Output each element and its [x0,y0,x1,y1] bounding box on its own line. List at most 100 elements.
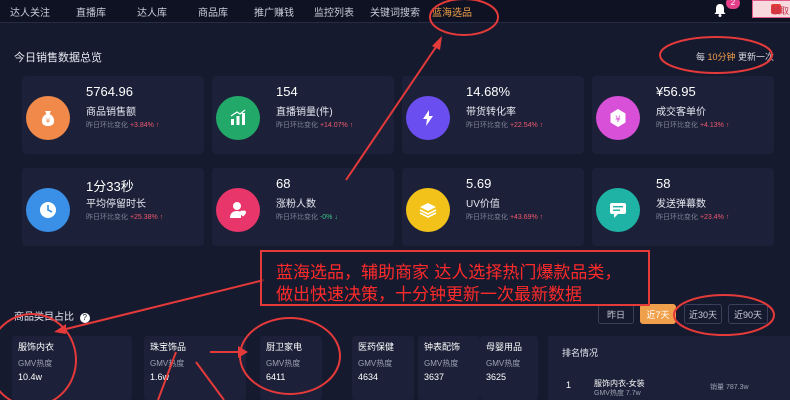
metric-compare: 昨日环比变化 +23.4% ↑ [656,212,729,222]
gmv-label: GMV热度 [266,359,301,368]
gmv-label: GMV热度 [486,359,521,368]
vip-button[interactable]: 领取 [752,0,790,18]
tab-7-days[interactable]: 近7天 [640,304,676,324]
metric-icon-bg [596,188,640,232]
gmv-value: 4634 [358,372,379,382]
freq-prefix: 每 [696,52,708,62]
ranking-title: 排名情况 [562,348,599,358]
category-name: 母婴用品 [486,342,523,352]
gmv-value: 3637 [424,372,445,382]
arrowhead [432,36,442,50]
freq-suffix: 更新一次 [735,52,775,62]
metric-compare: 昨日环比变化 -0% ↓ [276,212,338,222]
metric-compare: 昨日环比变化 +14.07% ↑ [276,120,353,130]
gmv-value: 3625 [486,372,507,382]
arrowhead [54,324,66,334]
change-value: +23.4% [699,214,724,221]
metric-label: 带货转化率 [466,107,516,118]
metric-compare: 昨日环比变化 +43.69% ↑ [466,212,543,222]
category-title-text: 商品类目占比 [14,312,74,323]
bar-chart-icon [230,109,246,125]
vip-button-label: 领取 [771,6,790,16]
category-card[interactable]: 服饰内衣 GMV热度 10.4w [12,336,132,400]
overview-title: 今日销售数据总览 [14,52,102,64]
nav-item-keyword-search[interactable]: 关键词搜索 [370,4,420,19]
nav-item-blue-ocean[interactable]: 蓝海选品 [432,4,472,19]
nav-item-monitor-list[interactable]: 监控列表 [314,4,354,19]
tab-30-days[interactable]: 近30天 [684,304,722,324]
trend-up-icon: ↑ [537,214,544,221]
annotation-callout: 蓝海选品，辅助商家 达人选择热门爆款品类， 做出快速决策，十分钟更新一次最新数据 [260,250,650,306]
ranking-panel: 排名情况 1 服饰内衣-女装 GMV热度 7.7w 销量 787.3w [548,336,790,400]
gmv-label: GMV热度 [358,359,393,368]
metric-label: 平均停留时长 [86,199,146,210]
change-value: +14.07% [319,122,348,129]
change-value: +22.54% [509,122,538,129]
category-name: 厨卫家电 [266,342,303,352]
change-value: +3.84% [129,122,154,129]
rank-sales: 销量 787.3w [710,384,749,391]
nav-item-promote-earn[interactable]: 推广赚钱 [254,4,294,19]
category-title: 商品类目占比 ? [14,308,90,323]
metric-label: UV价值 [466,199,500,210]
metric-compare: 昨日环比变化 +22.54% ↑ [466,120,543,130]
compare-label: 昨日环比变化 [86,214,128,221]
nav-item-influencer-follow[interactable]: 达人关注 [10,4,50,19]
category-card[interactable]: 珠宝饰品 GMV热度 1.6w [144,336,246,400]
metric-value: 5764.96 [86,84,133,99]
metric-card-new-fans: 68 涨粉人数 昨日环比变化 -0% ↓ [212,168,394,246]
annotation-line-2: 做出快速决策，十分钟更新一次最新数据 [276,285,582,305]
change-value: -0% [319,214,333,221]
category-card[interactable]: 母婴用品 GMV热度 3625 [480,336,538,400]
metric-value: 58 [656,176,671,191]
metric-value: 68 [276,176,291,191]
yen-icon: ¥ [610,109,626,127]
metric-label: 涨粉人数 [276,199,316,210]
trend-up-icon: ↑ [157,214,164,221]
notification-badge: 2 [726,0,740,9]
change-value: +43.69% [509,214,538,221]
category-card[interactable]: 医药保健 GMV热度 4634 [352,336,414,400]
compare-label: 昨日环比变化 [466,214,508,221]
tab-yesterday[interactable]: 昨日 [598,304,634,324]
metric-icon-bg [26,188,70,232]
nav-item-live-library[interactable]: 直播库 [76,4,106,19]
metric-icon-bg [406,96,450,140]
category-card[interactable]: 钟表配饰 GMV热度 3637 [418,336,480,400]
compare-label: 昨日环比变化 [656,122,698,129]
change-value: +4.13% [699,122,724,129]
metric-icon-bg [216,96,260,140]
trend-up-icon: ↑ [537,122,544,129]
metric-value: 154 [276,84,298,99]
help-icon[interactable]: ? [79,313,90,323]
category-card[interactable]: 厨卫家电 GMV热度 6411 [260,336,322,400]
rank-number: 1 [566,380,572,390]
chat-icon [610,203,626,218]
money-bag-icon: ¥ [41,111,55,126]
metric-label: 成交客单价 [656,107,706,118]
trend-up-icon: ↑ [723,214,730,221]
gmv-value: 1.6w [150,372,170,382]
metric-value: 5.69 [466,176,492,191]
layers-icon [419,203,437,218]
gmv-value: 10.4w [18,372,43,382]
nav-item-influencer-library[interactable]: 达人库 [137,4,167,19]
svg-text:¥: ¥ [46,117,51,125]
lightning-icon [423,110,433,126]
tab-90-days[interactable]: 近90天 [728,304,768,324]
metric-card-live-sales: 154 直播销量(件) 昨日环比变化 +14.07% ↑ [212,76,394,154]
trend-down-icon: ↓ [332,214,338,221]
metric-card-danmaku: 58 发送弹幕数 昨日环比变化 +23.4% ↑ [592,168,774,246]
gmv-label: GMV热度 [150,359,185,368]
metric-icon-bg: ¥ [596,96,640,140]
gmv-label: GMV热度 [424,359,459,368]
metric-icon-bg [216,188,260,232]
nav-item-product-library[interactable]: 商品库 [198,4,228,19]
gmv-label: GMV热度 [18,359,53,368]
trend-up-icon: ↑ [153,122,160,129]
metric-card-conversion: 14.68% 带货转化率 昨日环比变化 +22.54% ↑ [402,76,584,154]
compare-label: 昨日环比变化 [86,122,128,129]
metric-icon-bg [406,188,450,232]
rank-gmv: GMV热度 7.7w [594,390,641,397]
category-name: 医药保健 [358,342,395,352]
